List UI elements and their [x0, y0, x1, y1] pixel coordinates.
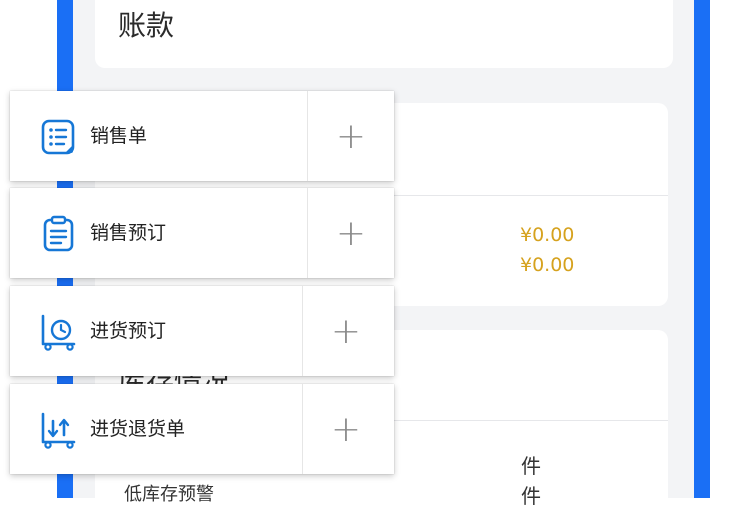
add-sales-reservation-button[interactable]: + — [308, 188, 394, 278]
accounts-title: 账款 — [118, 9, 175, 42]
unit-label: 件 — [521, 484, 541, 508]
menu-item-sales-reservation[interactable]: 销售预订 + — [10, 188, 394, 278]
amount-value: ¥0.00 — [520, 254, 575, 276]
clipboard-icon — [40, 215, 78, 253]
unit-label: 件 — [521, 454, 541, 478]
cart-clock-icon — [40, 313, 78, 351]
add-purchase-reservation-button[interactable]: + — [303, 286, 389, 376]
menu-item-purchase-return[interactable]: 进货退货单 + — [10, 384, 394, 474]
menu-item-sales-order[interactable]: 销售单 + — [10, 91, 394, 181]
menu-item-label: 销售单 — [90, 125, 148, 147]
menu-item-label: 进货预订 — [90, 320, 167, 342]
add-purchase-return-button[interactable]: + — [303, 384, 389, 474]
return-arrows-icon — [40, 411, 78, 449]
blue-frame-right — [694, 0, 710, 498]
accounts-card — [95, 0, 673, 68]
menu-item-label: 进货退货单 — [90, 418, 186, 440]
menu-item-label: 销售预订 — [90, 222, 167, 244]
amount-value: ¥0.00 — [520, 224, 575, 246]
low-stock-warning[interactable]: 低库存预警 — [124, 480, 214, 506]
list-document-icon — [40, 118, 78, 156]
add-sales-order-button[interactable]: + — [308, 91, 394, 181]
menu-item-purchase-reservation[interactable]: 进货预订 + — [10, 286, 394, 376]
